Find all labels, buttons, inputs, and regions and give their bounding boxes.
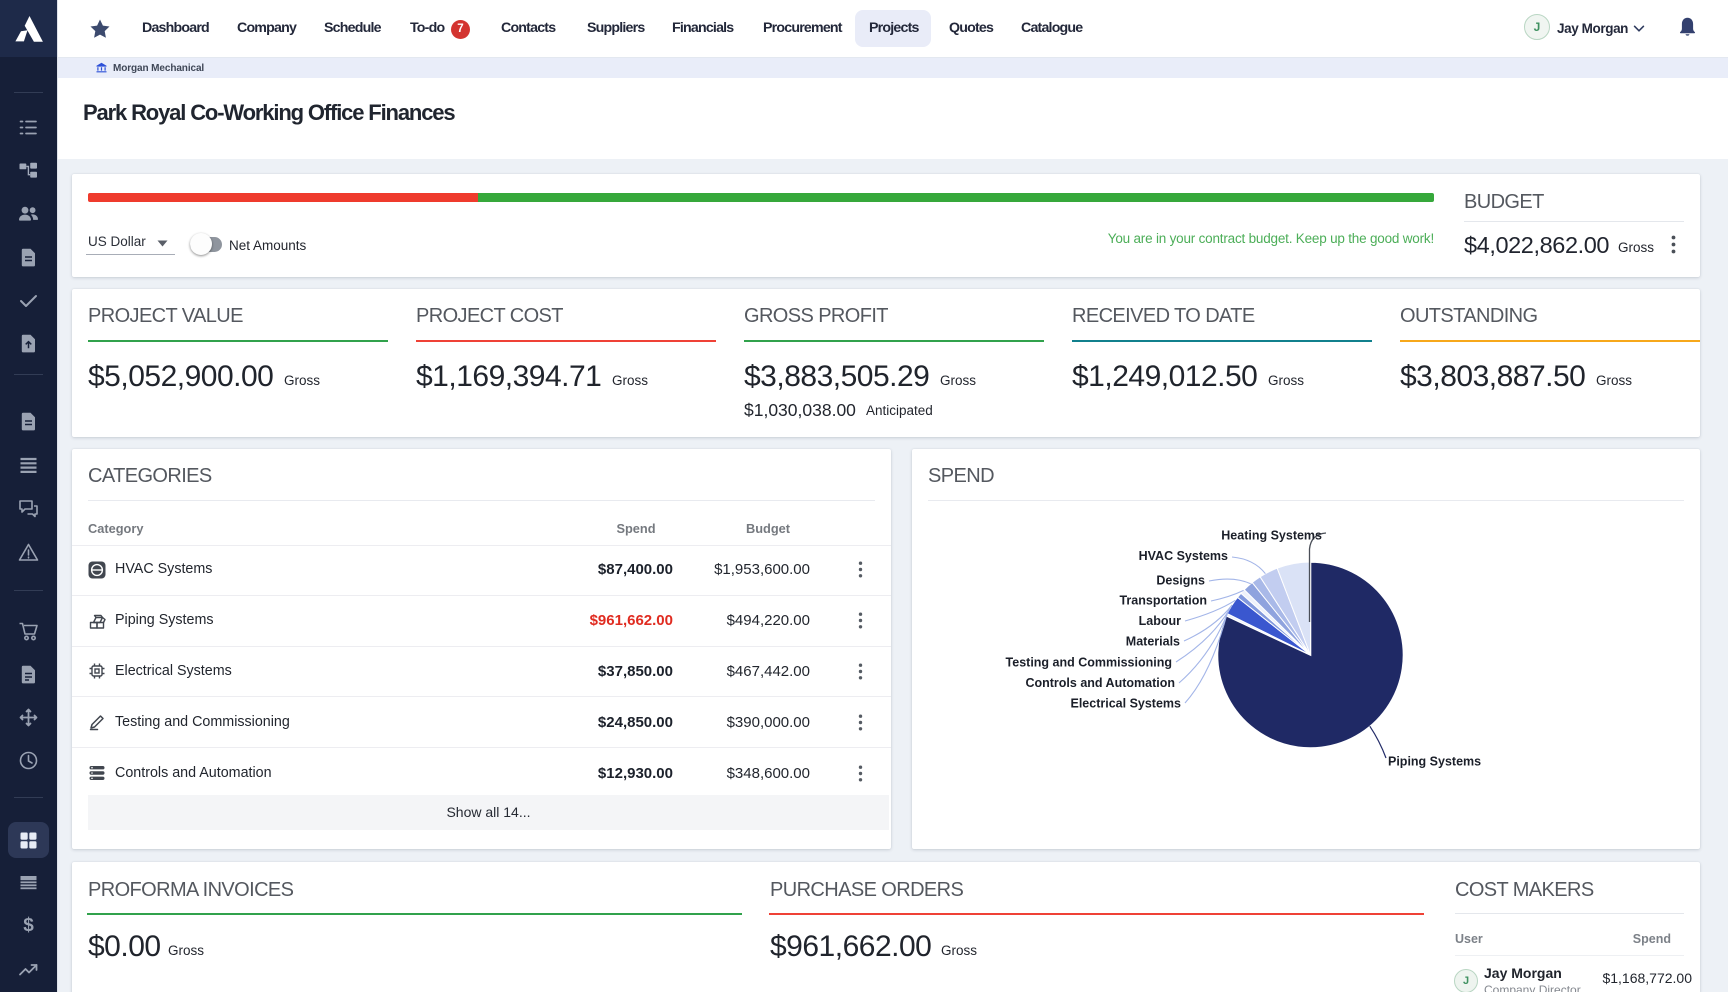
svg-text:Labour: Labour (1139, 614, 1181, 628)
svg-text:Transportation: Transportation (1119, 594, 1207, 608)
svg-text:Designs: Designs (1156, 574, 1205, 588)
svg-text:Piping Systems: Piping Systems (1388, 755, 1481, 769)
svg-text:Controls and Automation: Controls and Automation (1025, 676, 1175, 690)
svg-text:Electrical Systems: Electrical Systems (1071, 697, 1182, 711)
svg-text:Heating Systems: Heating Systems (1221, 529, 1322, 543)
svg-text:Materials: Materials (1126, 635, 1180, 649)
svg-text:Testing and Commissioning: Testing and Commissioning (1006, 656, 1172, 670)
svg-text:HVAC Systems: HVAC Systems (1139, 549, 1228, 563)
